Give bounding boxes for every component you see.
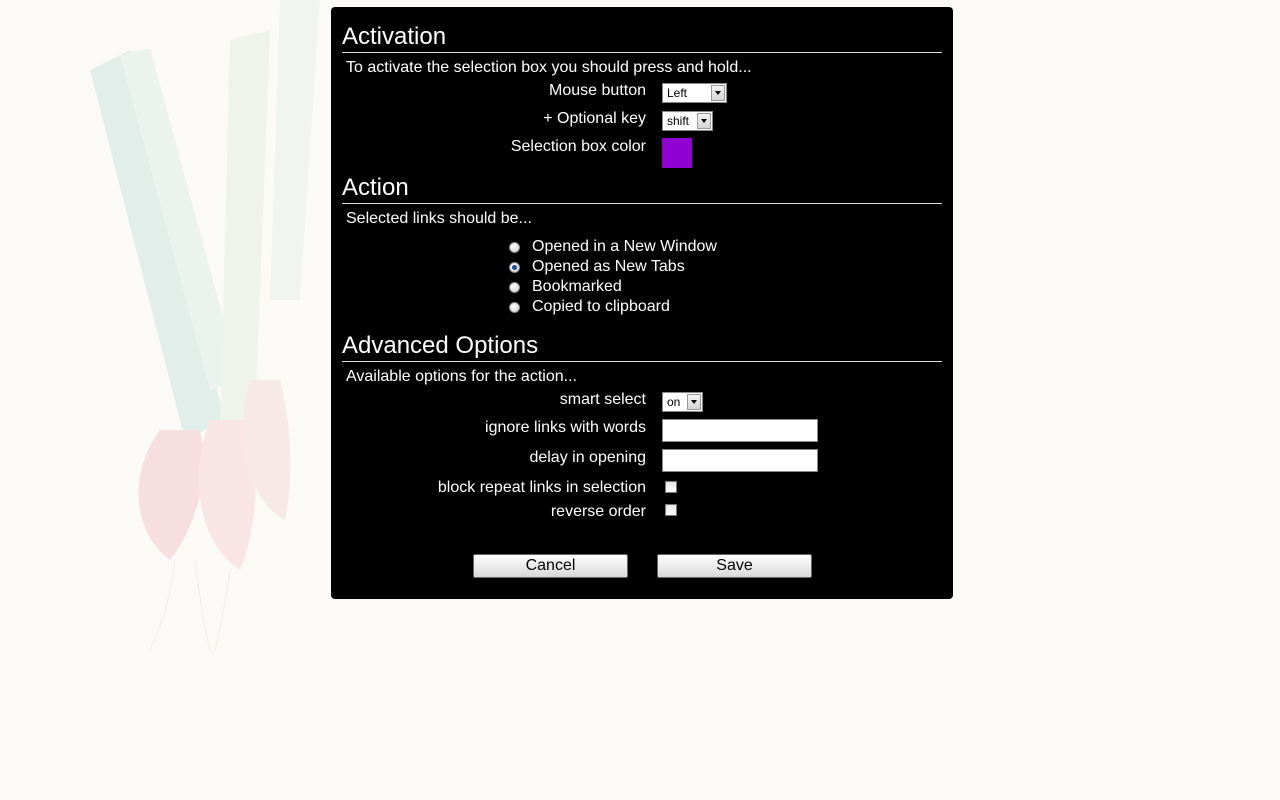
radio-bookmarked[interactable]: Bookmarked xyxy=(509,277,622,297)
optional-key-value: shift xyxy=(667,114,690,128)
radio-new-window[interactable]: Opened in a New Window xyxy=(509,237,717,257)
smart-select-dropdown[interactable]: on xyxy=(662,392,703,412)
delay-label: delay in opening xyxy=(529,449,646,466)
selection-box-color-swatch[interactable] xyxy=(662,138,692,168)
radio-label: Opened in a New Window xyxy=(532,238,717,255)
radio-button[interactable] xyxy=(509,241,520,253)
radio-label: Bookmarked xyxy=(532,278,622,295)
chevron-down-icon xyxy=(697,113,711,129)
save-button[interactable]: Save xyxy=(657,554,812,578)
radio-label: Copied to clipboard xyxy=(532,298,670,315)
ignore-words-input[interactable] xyxy=(662,419,818,442)
mouse-button-value: Left xyxy=(667,86,688,100)
smart-select-label: smart select xyxy=(559,391,646,408)
mouse-button-label: Mouse button xyxy=(549,82,646,99)
radio-label: Opened as New Tabs xyxy=(532,258,685,275)
radio-button[interactable] xyxy=(509,281,520,293)
smart-select-value: on xyxy=(667,395,681,409)
advanced-intro: Available options for the action... xyxy=(346,368,577,385)
ignore-words-label: ignore links with words xyxy=(485,419,646,436)
reverse-order-label: reverse order xyxy=(550,503,646,520)
delay-input[interactable] xyxy=(662,449,818,472)
action-intro: Selected links should be... xyxy=(346,210,532,227)
radio-clipboard[interactable]: Copied to clipboard xyxy=(509,297,670,317)
activation-heading: Activation xyxy=(342,23,942,53)
radio-button[interactable] xyxy=(509,301,520,313)
cancel-button[interactable]: Cancel xyxy=(473,554,628,578)
advanced-heading: Advanced Options xyxy=(342,332,942,362)
box-color-label: Selection box color xyxy=(510,138,646,155)
block-repeat-label: block repeat links in selection xyxy=(437,479,646,496)
chevron-down-icon xyxy=(687,394,701,410)
activation-intro: To activate the selection box you should… xyxy=(346,59,752,76)
optional-key-select[interactable]: shift xyxy=(662,111,713,131)
optional-key-label: + Optional key xyxy=(543,110,646,127)
radio-button[interactable] xyxy=(509,261,520,273)
block-repeat-checkbox[interactable] xyxy=(665,481,677,493)
action-heading: Action xyxy=(342,174,942,204)
reverse-order-checkbox[interactable] xyxy=(665,504,677,516)
mouse-button-select[interactable]: Left xyxy=(662,83,727,103)
chevron-down-icon xyxy=(711,85,725,101)
radio-new-tabs[interactable]: Opened as New Tabs xyxy=(509,257,685,277)
options-panel: Activation To activate the selection box… xyxy=(331,7,953,599)
